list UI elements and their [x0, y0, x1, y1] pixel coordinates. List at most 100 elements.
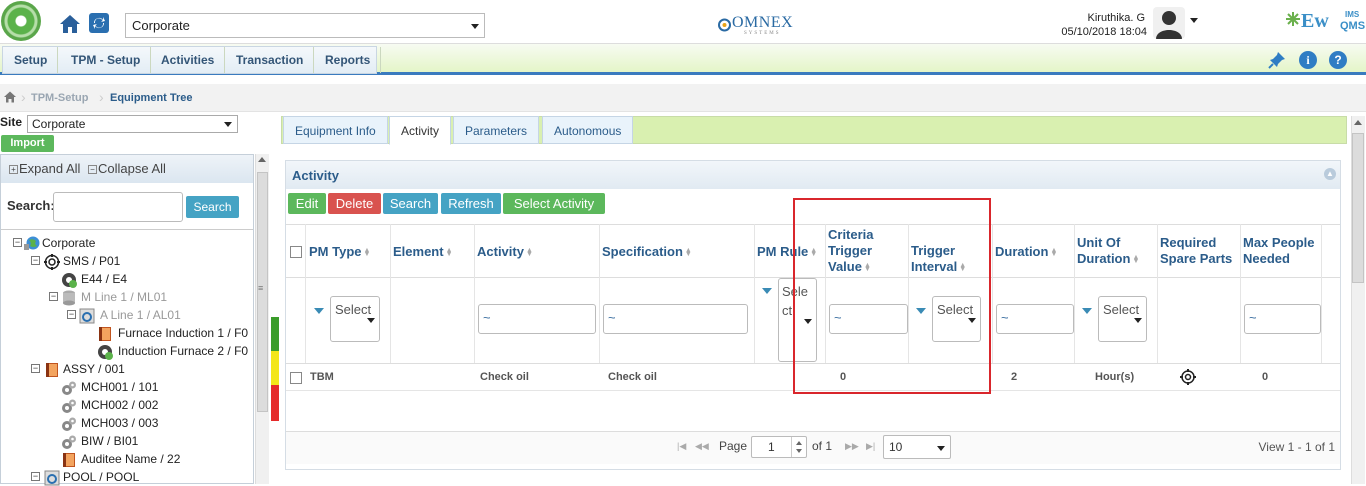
- delete-button[interactable]: Delete: [328, 193, 381, 214]
- filter-icon[interactable]: [314, 308, 324, 314]
- col-header-unit-of-duration[interactable]: Unit Of Duration ▲ ▼: [1077, 235, 1139, 267]
- scroll-up-icon[interactable]: [258, 157, 266, 162]
- unit-of-duration-filter-select[interactable]: Select: [1098, 296, 1147, 342]
- breadcrumb-tpm-setup[interactable]: TPM-Setup: [31, 92, 88, 104]
- site-select-value: Corporate: [32, 117, 86, 131]
- chevron-down-icon: [1134, 318, 1142, 323]
- collapse-panel-icon[interactable]: ▲: [1324, 168, 1336, 180]
- row-checkbox[interactable]: [290, 372, 302, 384]
- edit-button[interactable]: Edit: [288, 193, 326, 214]
- page-scrollbar-thumb[interactable]: [1352, 133, 1364, 283]
- refresh-button[interactable]: Refresh: [441, 193, 501, 214]
- breadcrumb-separator: ›: [21, 89, 26, 105]
- sort-icon: ▲ ▼: [525, 246, 533, 258]
- expand-all-button[interactable]: + Expand All: [9, 161, 80, 176]
- collapse-node-icon[interactable]: −: [31, 256, 40, 265]
- tree-node-mch003[interactable]: MCH003 / 003: [81, 416, 158, 430]
- help-icon[interactable]: ?: [1329, 51, 1347, 69]
- activity-filter-input[interactable]: ~: [478, 304, 596, 334]
- grip-icon: ≡: [258, 283, 264, 293]
- chevron-down-icon: [367, 318, 375, 323]
- site-select[interactable]: Corporate: [27, 115, 238, 133]
- tree-node-induction-furnace-2[interactable]: Induction Furnace 2 / F0: [118, 344, 248, 358]
- status-green-bar: [271, 317, 279, 351]
- book-icon: [44, 362, 60, 378]
- first-page-icon[interactable]: |◀: [677, 441, 686, 452]
- search-button[interactable]: Search: [383, 193, 438, 214]
- next-page-icon[interactable]: ▶▶: [845, 441, 859, 452]
- plus-icon: +: [9, 165, 18, 175]
- highlight-annotation: [793, 198, 991, 394]
- sort-icon: ▲ ▼: [1050, 246, 1058, 258]
- tree-node-furnace-induction-1[interactable]: Furnace Induction 1 / F0: [118, 326, 248, 340]
- home-icon[interactable]: [58, 12, 82, 36]
- page-spinner[interactable]: [791, 437, 805, 457]
- duration-filter-input[interactable]: ~: [996, 304, 1074, 334]
- menu-transaction[interactable]: Transaction: [226, 47, 315, 73]
- tree-node-e44[interactable]: E44 / E4: [81, 272, 127, 286]
- app-logo[interactable]: [1, 1, 41, 41]
- select-all-checkbox[interactable]: [290, 246, 302, 258]
- scroll-up-icon[interactable]: [1354, 120, 1362, 125]
- tree-node-corporate[interactable]: Corporate: [42, 236, 95, 250]
- collapse-all-button[interactable]: − Collapse All: [88, 161, 166, 176]
- user-menu-chevron-icon[interactable]: [1190, 18, 1198, 23]
- collapse-node-icon[interactable]: −: [31, 472, 40, 481]
- avatar[interactable]: [1153, 7, 1185, 39]
- col-header-pm-type[interactable]: PM Type ▲ ▼: [309, 244, 370, 260]
- spare-parts-gear-icon[interactable]: [1180, 369, 1196, 385]
- activity-panel-header: [286, 161, 1340, 189]
- cell-pm-type: TBM: [310, 371, 334, 383]
- filter-icon[interactable]: [762, 288, 772, 294]
- collapse-node-icon[interactable]: −: [31, 364, 40, 373]
- max-people-filter-input[interactable]: ~: [1244, 304, 1321, 334]
- col-header-activity[interactable]: Activity ▲ ▼: [477, 244, 533, 260]
- import-button[interactable]: Import: [1, 135, 54, 152]
- filter-icon[interactable]: [1082, 308, 1092, 314]
- collapse-node-icon[interactable]: −: [49, 292, 58, 301]
- records-view-text: View 1 - 1 of 1: [1258, 440, 1336, 454]
- tree-node-sms[interactable]: SMS / P01: [63, 254, 120, 268]
- col-header-required-spare-parts[interactable]: Required Spare Parts: [1160, 235, 1232, 267]
- col-header-specification[interactable]: Specification ▲ ▼: [602, 244, 692, 260]
- tree-search-input[interactable]: [53, 192, 183, 222]
- tree-node-auditee-name[interactable]: Auditee Name / 22: [81, 452, 180, 466]
- home-breadcrumb-icon[interactable]: [3, 90, 17, 104]
- breadcrumb-separator: ›: [99, 89, 104, 105]
- last-page-icon[interactable]: ▶|: [866, 441, 875, 452]
- organization-select[interactable]: Corporate: [125, 13, 485, 38]
- menu-tpm-setup[interactable]: TPM - Setup: [61, 47, 152, 73]
- prev-page-icon[interactable]: ◀◀: [695, 441, 709, 452]
- collapse-node-icon[interactable]: −: [67, 310, 76, 319]
- pin-icon[interactable]: [1268, 51, 1286, 69]
- current-datetime: 05/10/2018 18:04: [1061, 26, 1147, 38]
- tree-node-mch002[interactable]: MCH002 / 002: [81, 398, 158, 412]
- chevron-down-icon: [937, 446, 945, 451]
- info-icon[interactable]: i: [1299, 51, 1317, 69]
- col-header-max-people-needed[interactable]: Max People Needed: [1243, 235, 1315, 267]
- cell-unit-of-duration: Hour(s): [1095, 371, 1135, 383]
- tree-node-assy[interactable]: ASSY / 001: [63, 362, 125, 376]
- tab-equipment-info[interactable]: Equipment Info: [283, 116, 388, 144]
- sort-icon: ▲ ▼: [445, 246, 453, 258]
- tab-autonomous[interactable]: Autonomous: [542, 116, 634, 144]
- menu-activities[interactable]: Activities: [151, 47, 226, 73]
- pm-type-filter-select[interactable]: Select: [330, 296, 380, 342]
- col-header-duration[interactable]: Duration ▲ ▼: [995, 244, 1058, 260]
- menu-setup[interactable]: Setup: [4, 47, 59, 73]
- tree-node-pool[interactable]: POOL / POOL: [63, 470, 139, 484]
- page-size-select[interactable]: 10: [883, 435, 951, 459]
- specification-filter-input[interactable]: ~: [603, 304, 748, 334]
- tree-node-mch001[interactable]: MCH001 / 101: [81, 380, 158, 394]
- refresh-icon[interactable]: [88, 12, 110, 34]
- tree-search-button[interactable]: Search: [186, 196, 239, 218]
- menu-reports[interactable]: Reports: [315, 47, 382, 73]
- tree-node-m-line-1[interactable]: M Line 1 / ML01: [81, 290, 167, 304]
- tree-node-biw[interactable]: BIW / BI01: [81, 434, 138, 448]
- tab-activity[interactable]: Activity: [389, 116, 452, 145]
- tree-node-a-line-1[interactable]: A Line 1 / AL01: [100, 308, 181, 322]
- tab-parameters[interactable]: Parameters: [453, 116, 540, 144]
- select-activity-button[interactable]: Select Activity: [503, 193, 605, 214]
- collapse-node-icon[interactable]: −: [13, 238, 22, 247]
- col-header-element[interactable]: Element ▲ ▼: [393, 244, 453, 260]
